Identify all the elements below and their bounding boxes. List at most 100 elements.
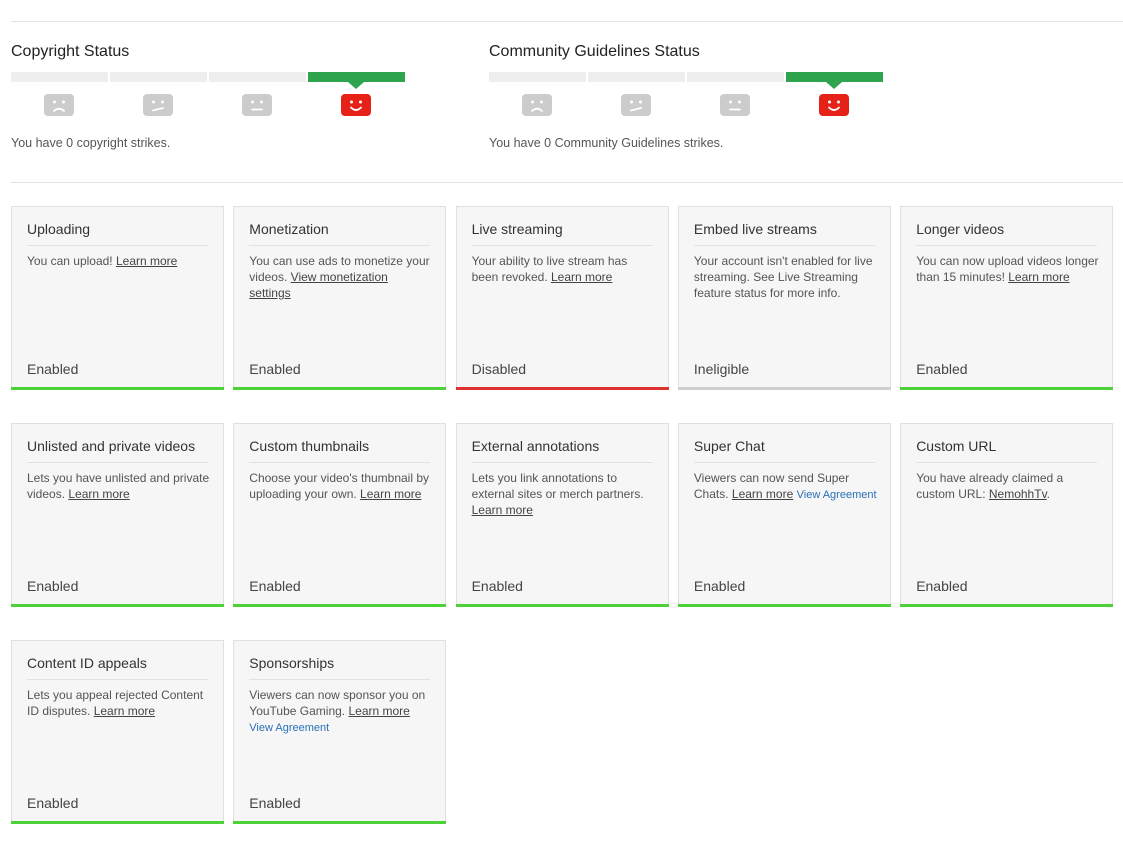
learn-more-link[interactable]: Learn more — [1008, 270, 1069, 284]
learn-more-link[interactable]: Learn more — [360, 487, 421, 501]
feature-title: Live streaming — [471, 221, 653, 246]
learn-more-link[interactable]: Learn more — [348, 704, 409, 718]
feature-description: Viewers can now sponsor you on YouTube G… — [249, 687, 432, 736]
copyright-strike-meter — [11, 72, 407, 89]
status-bar — [233, 821, 447, 824]
feature-description: You can use ads to monetize your videos.… — [249, 253, 432, 301]
strike-meter-segment — [11, 72, 108, 82]
strike-meter-pointer — [826, 82, 842, 89]
feature-card: Longer videos You can now upload videos l… — [900, 206, 1114, 390]
learn-more-link[interactable]: Learn more — [116, 254, 177, 268]
feature-card: Unlisted and private videos Lets you have… — [11, 423, 224, 607]
feature-card: Custom URL You have already claimed a cus… — [900, 423, 1114, 607]
feature-title: Content ID appeals — [27, 655, 208, 680]
feature-description-text: Lets you link annotations to external si… — [471, 471, 644, 501]
view-agreement-link[interactable]: View Agreement — [249, 722, 329, 734]
feature-title: Monetization — [249, 221, 431, 246]
feature-description-suffix: . — [1046, 487, 1051, 501]
status-bar — [677, 604, 891, 607]
feature-description: Your ability to live stream has been rev… — [472, 253, 655, 285]
status-bar — [11, 387, 224, 390]
community-status-title: Community Guidelines Status — [489, 43, 700, 60]
strike-meter-segment — [687, 72, 784, 82]
status-bar — [900, 387, 1114, 390]
community-strike-meter — [489, 72, 885, 89]
sad-face-icon — [522, 94, 552, 116]
copyright-status-title: Copyright Status — [11, 43, 130, 60]
feature-title: Embed live streams — [693, 221, 875, 246]
neutral-face-icon — [242, 94, 272, 116]
feature-card: Super Chat Viewers can now send Super Cha… — [677, 423, 891, 607]
feature-card: Custom thumbnails Choose your video's thu… — [233, 423, 447, 607]
community-status-description: You have 0 Community Guidelines strikes. — [489, 136, 724, 150]
feature-card: Content ID appeals Lets you appeal reject… — [11, 640, 224, 824]
status-bar — [11, 821, 224, 824]
status-bar — [11, 604, 224, 607]
feature-description: You can upload! Learn more — [27, 253, 210, 269]
feature-card: Sponsorships Viewers can now sponsor you … — [233, 640, 447, 824]
status-bar — [233, 387, 447, 390]
section-divider — [11, 182, 1123, 183]
feature-description: Viewers can now send Super Chats. Learn … — [694, 470, 877, 503]
feature-description: Lets you have unlisted and private video… — [27, 470, 210, 502]
view-agreement-link[interactable]: View Agreement — [797, 489, 877, 501]
feature-status: Disabled — [471, 361, 527, 377]
strike-meter-segment — [308, 72, 405, 82]
feature-title: Custom URL — [916, 438, 1098, 463]
community-guidelines-status: Community Guidelines Status You have 0 C… — [489, 42, 909, 150]
meh-face-icon — [621, 94, 651, 116]
feature-description: Your account isn't enabled for live stre… — [694, 253, 877, 301]
feature-status: Enabled — [916, 578, 968, 594]
status-bar — [677, 387, 891, 390]
feature-title: Longer videos — [916, 221, 1098, 246]
learn-more-link[interactable]: Learn more — [551, 270, 612, 284]
feature-title: Sponsorships — [249, 655, 431, 680]
copyright-status-description: You have 0 copyright strikes. — [11, 136, 171, 150]
copyright-status: Copyright Status You have 0 copyright st… — [11, 42, 431, 150]
feature-description: Choose your video's thumbnail by uploadi… — [249, 470, 432, 502]
feature-title: Custom thumbnails — [249, 438, 431, 463]
learn-more-link[interactable]: Learn more — [472, 503, 533, 517]
feature-title: External annotations — [471, 438, 653, 463]
status-bar — [900, 604, 1114, 607]
neutral-face-icon — [720, 94, 750, 116]
learn-more-link[interactable]: Learn more — [732, 487, 793, 501]
feature-status: Enabled — [27, 795, 79, 811]
feature-status: Enabled — [693, 578, 746, 594]
strike-meter-segment — [489, 72, 586, 82]
feature-status: Enabled — [249, 578, 301, 594]
learn-more-link[interactable]: Learn more — [94, 704, 155, 718]
sad-face-icon — [44, 94, 74, 116]
feature-title: Unlisted and private videos — [27, 438, 208, 463]
feature-card: Uploading You can upload! Learn more Enabl… — [11, 206, 224, 390]
feature-description-text: You can upload! — [27, 254, 116, 268]
strike-meter-segment — [786, 72, 883, 82]
learn-more-link[interactable]: Learn more — [68, 487, 129, 501]
happy-face-icon — [819, 94, 849, 116]
feature-status: Enabled — [27, 361, 79, 377]
feature-status: Enabled — [27, 578, 79, 594]
feature-card: Embed live streams Your account isn't ena… — [677, 206, 891, 390]
status-bar — [233, 604, 447, 607]
feature-link[interactable]: NemohhTv — [989, 487, 1047, 501]
feature-description: Lets you link annotations to external si… — [472, 470, 655, 518]
feature-description: Lets you appeal rejected Content ID disp… — [27, 687, 210, 719]
feature-card: External annotations Lets you link annota… — [455, 423, 669, 607]
feature-description: You have already claimed a custom URL: N… — [916, 470, 1099, 502]
feature-status: Enabled — [916, 361, 968, 377]
strike-meter-segment — [110, 72, 207, 82]
feature-title: Super Chat — [693, 438, 875, 463]
feature-description: You can now upload videos longer than 15… — [916, 253, 1099, 285]
status-bar — [455, 604, 669, 607]
feature-status: Ineligible — [693, 361, 750, 377]
feature-title: Uploading — [27, 221, 208, 246]
strike-meter-segment — [588, 72, 685, 82]
feature-status: Enabled — [471, 578, 523, 594]
feature-card: Live streaming Your ability to live strea… — [455, 206, 669, 390]
status-bar — [455, 387, 669, 390]
strike-meter-segment — [209, 72, 306, 82]
top-divider — [11, 21, 1123, 22]
feature-description-text: Your account isn't enabled for live stre… — [693, 254, 873, 300]
feature-status: Enabled — [249, 361, 301, 377]
feature-card: Monetization You can use ads to monetize … — [233, 206, 447, 390]
